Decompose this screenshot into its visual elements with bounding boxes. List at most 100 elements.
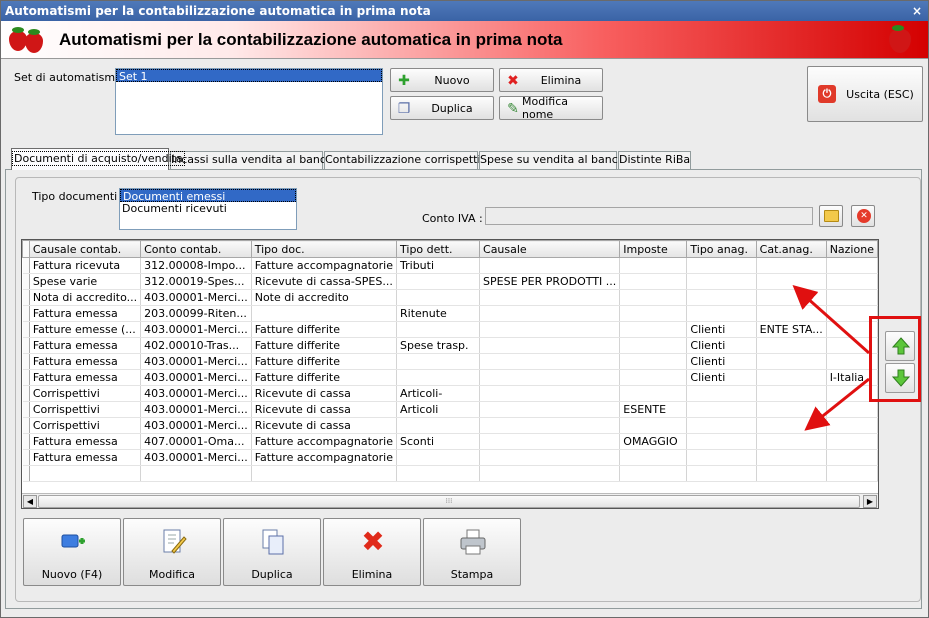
column-header[interactable]: Tipo doc.	[250, 240, 398, 258]
table-cell[interactable]: 403.00001-Merci...	[140, 369, 252, 386]
table-cell[interactable]: Tributi	[396, 257, 481, 274]
tab-spese-vendita-banco[interactable]: Spese su vendita al banco	[479, 151, 625, 169]
row-indicator[interactable]	[22, 417, 30, 434]
table-cell[interactable]	[756, 449, 827, 466]
row-indicator[interactable]	[22, 433, 30, 450]
table-cell[interactable]	[479, 321, 621, 338]
table-cell[interactable]: 403.00001-Merci...	[140, 385, 252, 402]
browse-conto-button[interactable]	[819, 205, 843, 227]
table-cell[interactable]	[756, 289, 827, 306]
table-cell[interactable]	[396, 289, 481, 306]
table-cell[interactable]	[686, 449, 757, 466]
table-cell[interactable]	[756, 257, 827, 274]
table-cell[interactable]	[686, 385, 757, 402]
row-indicator[interactable]	[22, 273, 30, 290]
table-row[interactable]: Fattura emessa 403.00001-Merci... Fatture …	[22, 353, 878, 370]
table-cell[interactable]	[756, 273, 827, 290]
table-cell[interactable]: OMAGGIO	[619, 433, 688, 450]
table-cell[interactable]	[479, 289, 621, 306]
table-cell[interactable]	[479, 337, 621, 354]
table-cell[interactable]	[619, 369, 688, 386]
table-cell[interactable]	[396, 449, 481, 466]
tab-contabilizzazione-corrispettivi[interactable]: Contabilizzazione corrispettivi	[324, 151, 490, 169]
table-cell[interactable]: Articoli	[396, 401, 481, 418]
table-cell[interactable]	[619, 321, 688, 338]
table-cell[interactable]: Ricevute di cassa	[251, 417, 398, 434]
table-cell[interactable]: Ricevute di cassa	[251, 401, 398, 418]
conto-iva-field[interactable]	[485, 207, 813, 225]
list-item[interactable]: Set 1	[116, 69, 382, 83]
table-cell[interactable]: Ricevute di cassa	[251, 385, 398, 402]
row-indicator[interactable]	[22, 385, 30, 402]
table-cell[interactable]: 403.00001-Merci...	[140, 289, 252, 306]
table-cell[interactable]: Articoli-	[396, 385, 481, 402]
table-cell[interactable]: Fatture accompagnatorie	[251, 433, 398, 450]
table-cell[interactable]	[686, 417, 757, 434]
table-cell[interactable]	[826, 433, 878, 450]
table-row[interactable]: Corrispettivi 403.00001-Merci... Ricevute …	[22, 385, 878, 402]
table-cell[interactable]: Clienti	[686, 369, 757, 386]
table-cell[interactable]	[396, 417, 481, 434]
table-cell[interactable]	[619, 337, 688, 354]
tab-incassi-vendita-banco[interactable]: Incassi sulla vendita al banco	[170, 151, 333, 169]
row-indicator[interactable]	[22, 289, 30, 306]
table-cell[interactable]	[756, 433, 827, 450]
table-cell[interactable]	[826, 417, 878, 434]
column-header[interactable]: Causale	[479, 240, 621, 258]
table-cell[interactable]	[479, 417, 621, 434]
table-cell[interactable]: Fatture differite	[251, 353, 398, 370]
table-cell[interactable]: Corrispettivi	[29, 385, 142, 402]
table-cell[interactable]	[826, 273, 878, 290]
sets-list[interactable]: Set 1	[115, 68, 383, 135]
rename-set-button[interactable]: ✎ Modifica nome	[499, 95, 603, 121]
table-cell[interactable]: Fattura emessa	[29, 337, 142, 354]
list-item[interactable]: Documenti emessi	[120, 189, 296, 203]
table-cell[interactable]: 312.00008-Impo...	[140, 257, 252, 274]
row-indicator[interactable]	[22, 369, 30, 386]
table-cell[interactable]	[756, 385, 827, 402]
table-cell[interactable]: ENTE STA...	[756, 321, 827, 338]
tab-distinte-riba[interactable]: Distinte RiBa	[618, 151, 691, 169]
column-header[interactable]: Nazione	[825, 240, 878, 258]
table-cell[interactable]	[619, 353, 688, 370]
table-cell[interactable]	[756, 417, 827, 434]
table-cell[interactable]	[396, 273, 481, 290]
scroll-right-icon[interactable]: ▶	[863, 495, 877, 508]
table-cell[interactable]: Fattura ricevuta	[29, 257, 142, 274]
table-cell[interactable]: Ritenute	[396, 305, 481, 322]
row-indicator[interactable]	[22, 449, 30, 466]
table-cell[interactable]: 407.00001-Oma...	[140, 433, 252, 450]
scroll-left-icon[interactable]: ◀	[23, 495, 37, 508]
elimina-button[interactable]: ✖ Elimina	[323, 518, 421, 586]
row-indicator[interactable]	[22, 401, 30, 418]
table-cell[interactable]: Spese varie	[29, 273, 142, 290]
table-cell[interactable]: 403.00001-Merci...	[140, 449, 252, 466]
table-cell[interactable]: SPESE PER PRODOTTI ...	[479, 273, 621, 290]
table-cell[interactable]	[479, 305, 621, 322]
table-cell[interactable]: 403.00001-Merci...	[140, 417, 252, 434]
table-cell[interactable]: Clienti	[686, 337, 757, 354]
column-header[interactable]: Tipo dett.	[396, 240, 481, 258]
table-cell[interactable]	[826, 401, 878, 418]
table-cell[interactable]: 403.00001-Merci...	[140, 321, 252, 338]
table-cell[interactable]: 312.00019-Spes...	[140, 273, 252, 290]
list-item[interactable]: Documenti ricevuti	[120, 202, 296, 215]
table-cell[interactable]	[756, 369, 827, 386]
table-cell[interactable]: Fatture differite	[251, 337, 398, 354]
table-cell[interactable]: Note di accredito	[251, 289, 398, 306]
table-cell[interactable]: Nota di accredito...	[29, 289, 142, 306]
row-indicator[interactable]	[22, 305, 30, 322]
column-header[interactable]: Causale contab.	[28, 240, 142, 258]
table-cell[interactable]	[686, 433, 757, 450]
table-cell[interactable]	[479, 401, 621, 418]
table-cell[interactable]	[479, 353, 621, 370]
duplica-button[interactable]: Duplica	[223, 518, 321, 586]
column-header[interactable]: Conto contab.	[140, 240, 252, 258]
table-row[interactable]: Nota di accredito... 403.00001-Merci... No…	[22, 289, 878, 306]
table-cell[interactable]: Fatture accompagnatorie	[251, 257, 398, 274]
table-cell[interactable]: Fattura emessa	[29, 449, 142, 466]
new-set-button[interactable]: ✚ Nuovo	[390, 68, 494, 92]
stampa-button[interactable]: Stampa	[423, 518, 521, 586]
table-cell[interactable]: Sconti	[396, 433, 481, 450]
table-cell[interactable]	[251, 305, 398, 322]
